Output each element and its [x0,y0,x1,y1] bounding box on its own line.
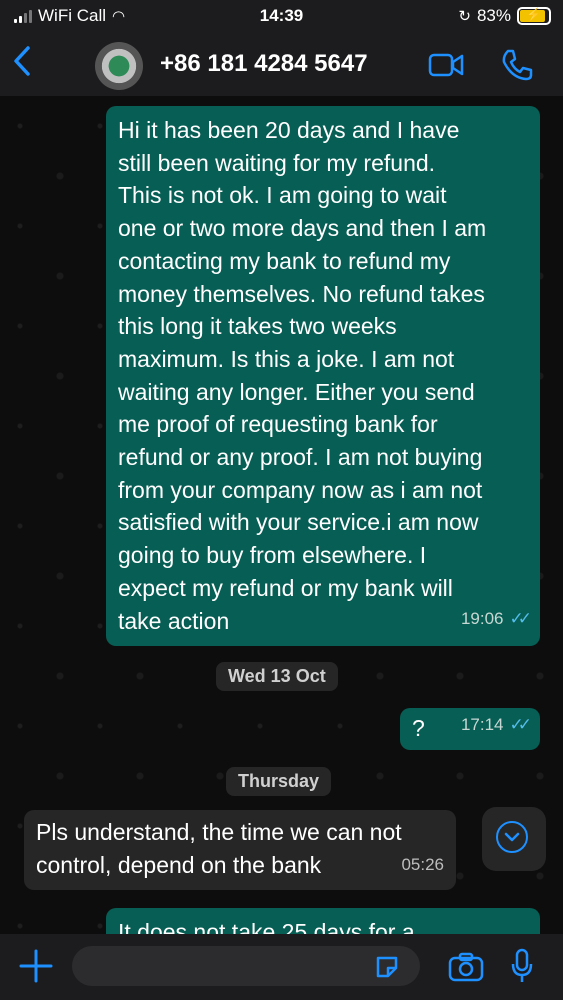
date-separator: Thursday [226,767,332,796]
microphone-icon[interactable] [510,948,534,984]
message-time: 05:26 [401,855,444,875]
message-line: Pls understand, the time we can not [36,819,402,845]
status-right: ↻ 83% ⚡ [458,6,551,26]
chevron-down-icon [496,821,528,853]
read-ticks-icon: ✓✓ [509,715,532,735]
message-line: waiting any longer. Either you send [118,378,475,405]
battery-percent: 83% [476,6,511,25]
message-line: one or two more days and then I am [118,215,487,242]
add-attachment-button[interactable] [18,948,54,984]
chat-header: +86 181 4284 5647 [0,34,563,96]
message-line: Hi it has been 20 days and I have [118,117,460,143]
read-ticks-icon: ✓✓ [509,609,532,629]
date-separator: Wed 13 Oct [216,662,338,691]
message-bubble-outgoing[interactable]: Hi it has been 20 days and I have still … [106,106,540,646]
message-line: satisfied with your service.i am now [118,509,479,536]
message-line: maximum. Is this a joke. I am not [118,345,455,372]
sticker-icon[interactable] [374,954,400,980]
message-meta: 17:14 ✓✓ [460,709,532,742]
chat-area[interactable]: Hi it has been 20 days and I have still … [0,96,563,934]
message-line: going to buy from elsewhere. I [118,542,427,569]
message-time: 19:06 [460,609,504,629]
message-time: 17:14 [460,715,504,735]
message-text: It does not take 25 days for a [118,919,415,934]
scroll-to-bottom-button[interactable] [482,807,546,871]
message-input[interactable] [72,946,420,986]
message-line: control, depend on the bank [36,851,322,878]
contact-name[interactable]: +86 181 4284 5647 [160,50,368,78]
message-line: refund or any proof. I am not buying [118,444,483,471]
message-line: money themselves. No refund takes [118,280,485,307]
message-line: This is not ok. I am going to wait [118,182,447,209]
orientation-lock-icon: ↻ [458,8,471,25]
message-line: from your company now as i am not [118,476,483,503]
status-bar: WiFi Call ◠ 14:39 ↻ 83% ⚡ [0,0,563,34]
message-meta: 05:26 [401,849,444,882]
phone-icon[interactable] [500,48,534,82]
chevron-left-icon [14,46,30,76]
message-text: ? [412,715,425,741]
message-meta: 19:06 ✓✓ [460,603,532,636]
message-line: still been waiting for my refund. [118,149,436,176]
message-bubble-outgoing[interactable]: ? 17:14 ✓✓ [400,708,540,750]
message-line: expect my refund or my bank will [118,574,453,601]
message-line: contacting my bank to refund my [118,247,451,274]
camera-icon[interactable] [448,952,484,982]
battery-icon: ⚡ [517,7,551,25]
message-bubble-outgoing[interactable]: It does not take 25 days for a [106,908,540,934]
message-bubble-incoming[interactable]: Pls understand, the time we can not cont… [24,810,456,890]
message-line: me proof of requesting bank for [118,411,438,438]
video-call-icon[interactable] [428,52,464,78]
back-button[interactable] [12,44,32,84]
input-bar [0,934,563,1000]
message-line: this long it takes two weeks [118,313,397,340]
contact-avatar[interactable] [95,42,143,90]
